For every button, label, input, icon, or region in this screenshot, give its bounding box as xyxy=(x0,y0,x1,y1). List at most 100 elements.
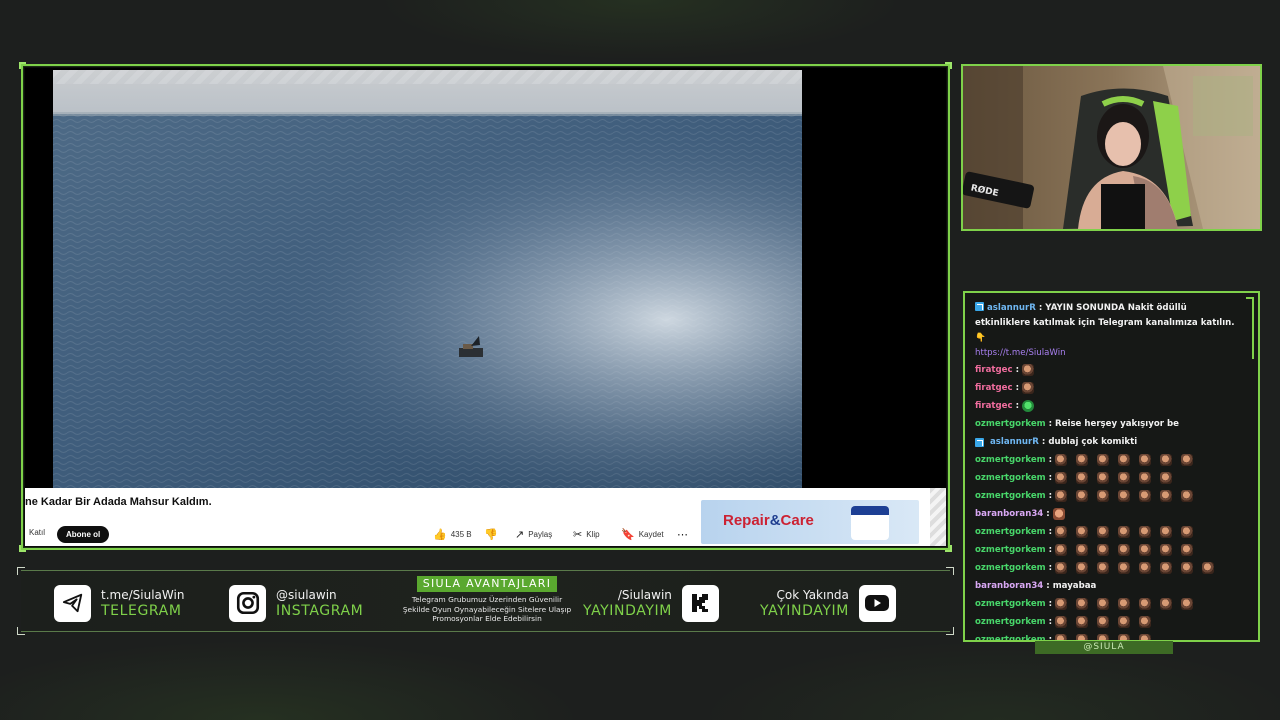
emote-icon xyxy=(1181,544,1194,556)
frame-corner xyxy=(945,62,952,69)
subscribe-button[interactable]: Abone ol xyxy=(57,526,110,543)
emote-icon xyxy=(1118,472,1131,484)
emote-icon xyxy=(1055,490,1068,502)
emote-icon xyxy=(1139,544,1152,556)
emote-icon xyxy=(1160,454,1173,466)
avantaj-title: SIULA AVANTAJLARI xyxy=(416,576,558,592)
like-button[interactable]: 👍 435 B xyxy=(433,526,472,543)
chat-username[interactable]: firatgec xyxy=(975,397,1013,415)
emote-icon xyxy=(1139,562,1152,574)
chat-separator: : xyxy=(1048,545,1053,555)
dislike-button[interactable]: 👎 xyxy=(484,526,498,543)
emote-icon xyxy=(1022,400,1035,412)
chat-separator: : xyxy=(1048,563,1053,573)
emote-icon xyxy=(1118,598,1131,610)
chat-message: ozmertgorkem : xyxy=(975,487,1244,505)
chat-link[interactable]: https://t.me/SiulaWin xyxy=(975,346,1244,361)
chat-username[interactable]: firatgec xyxy=(975,379,1013,397)
emote-icon xyxy=(1097,526,1110,538)
bar-corner xyxy=(17,627,25,635)
share-label: Paylaş xyxy=(528,530,553,539)
video-actions: Katıl Abone ol 👍 435 B 👎 ↗ Paylaş ✂ Klip xyxy=(25,524,725,546)
emote-icon xyxy=(1097,598,1110,610)
emote-icon xyxy=(1139,616,1152,628)
chat-username[interactable]: ozmertgorkem xyxy=(975,613,1046,631)
chat-message: ozmertgorkem : xyxy=(975,595,1244,613)
scroll-strip xyxy=(930,488,946,546)
instagram-icon xyxy=(229,584,266,622)
emote-icon xyxy=(1076,544,1089,556)
ad-text: Repair&Care xyxy=(723,512,814,529)
telegram-link[interactable]: t.me/SiulaWin TELEGRAM xyxy=(54,583,184,623)
chat-username[interactable]: firatgec xyxy=(975,361,1013,379)
clip-label: Klip xyxy=(586,530,600,539)
youtube-link[interactable]: Çok Yakında YAYINDAYIM xyxy=(760,583,896,623)
share-button[interactable]: ↗ Paylaş xyxy=(515,526,552,543)
instagram-link[interactable]: @siulawin INSTAGRAM xyxy=(229,583,363,623)
emote-icon xyxy=(1160,526,1173,538)
chat-message: ozmertgorkem : xyxy=(975,559,1244,577)
emote-icon xyxy=(1052,508,1065,520)
emote-icon xyxy=(1097,562,1110,574)
join-button[interactable]: Katıl xyxy=(29,528,45,537)
video-player[interactable] xyxy=(53,70,802,488)
social-bar: t.me/SiulaWin TELEGRAM @siulawin INSTAGR… xyxy=(17,567,954,635)
chat-username[interactable]: ozmertgorkem xyxy=(975,595,1046,613)
emote-icon xyxy=(1055,562,1068,574)
clip-button[interactable]: ✂ Klip xyxy=(573,526,600,543)
emote-icon xyxy=(1181,526,1194,538)
emote-icon xyxy=(1076,454,1089,466)
chat-username[interactable]: ozmertgorkem xyxy=(975,469,1046,487)
emote-icon xyxy=(1055,526,1068,538)
chat-separator: : xyxy=(1048,617,1053,627)
chat-message: ozmertgorkem : xyxy=(975,469,1244,487)
frame-corner xyxy=(945,545,952,552)
kick-link[interactable]: /Siulawin YAYINDAYIM xyxy=(583,583,719,623)
chat-username[interactable]: aslannurR xyxy=(987,303,1036,313)
bar-corner xyxy=(946,567,954,575)
chat-username[interactable]: aslannurR xyxy=(990,433,1039,451)
emote-icon xyxy=(1160,490,1173,502)
chat-username[interactable]: ozmertgorkem xyxy=(975,415,1046,433)
chat-message: baranboran34 : mayabaa xyxy=(975,577,1244,595)
emote-icon xyxy=(1076,598,1089,610)
emote-icon xyxy=(1160,472,1173,484)
scissors-icon: ✂ xyxy=(573,529,583,541)
emote-icon xyxy=(1139,490,1152,502)
youtube-text: Çok Yakında YAYINDAYIM xyxy=(760,588,849,619)
chat-username[interactable]: ozmertgorkem xyxy=(975,451,1046,469)
chat-username[interactable]: ozmertgorkem xyxy=(975,523,1046,541)
bar-corner xyxy=(946,627,954,635)
more-icon: ⋯ xyxy=(677,529,688,541)
emote-icon xyxy=(1118,562,1131,574)
emote-icon xyxy=(1118,526,1131,538)
chat-username[interactable]: baranboran34 xyxy=(975,577,1043,595)
loading-stripe xyxy=(53,70,802,84)
kick-icon xyxy=(681,584,719,622)
emote-icon xyxy=(1076,616,1089,628)
chat-username[interactable]: ozmertgorkem xyxy=(975,541,1046,559)
chat-username[interactable]: ozmertgorkem xyxy=(975,559,1046,577)
emote-icon xyxy=(1097,490,1110,502)
avantaj-description: Telegram Grubumuz Üzerinden Güvenilir Şe… xyxy=(402,595,572,624)
chat-separator: : xyxy=(1048,473,1053,483)
emote-icon xyxy=(1181,454,1194,466)
ad-banner[interactable]: Repair&Care xyxy=(701,500,919,544)
emote-icon xyxy=(1076,562,1089,574)
chat-message: ozmertgorkem : xyxy=(975,523,1244,541)
chat-message: baranboran34 : xyxy=(975,505,1244,523)
chat-username[interactable]: ozmertgorkem xyxy=(975,487,1046,505)
chat-username[interactable]: baranboran34 xyxy=(975,505,1043,523)
chat-separator: : xyxy=(1046,509,1050,519)
chat-message: ozmertgorkem : xyxy=(975,541,1244,559)
more-button[interactable]: ⋯ xyxy=(677,526,688,543)
chat-separator: : xyxy=(1048,419,1053,429)
emote-icon xyxy=(1181,562,1194,574)
thumbs-down-icon: 👎 xyxy=(484,529,498,541)
emote-icon xyxy=(1160,598,1173,610)
emote-icon xyxy=(1139,598,1152,610)
chat-message: ozmertgorkem : Reise herşey yakışıyor be xyxy=(975,415,1244,433)
save-button[interactable]: 🔖 Kaydet xyxy=(621,526,664,543)
emote-icon xyxy=(1160,544,1173,556)
emote-icon xyxy=(1055,616,1068,628)
